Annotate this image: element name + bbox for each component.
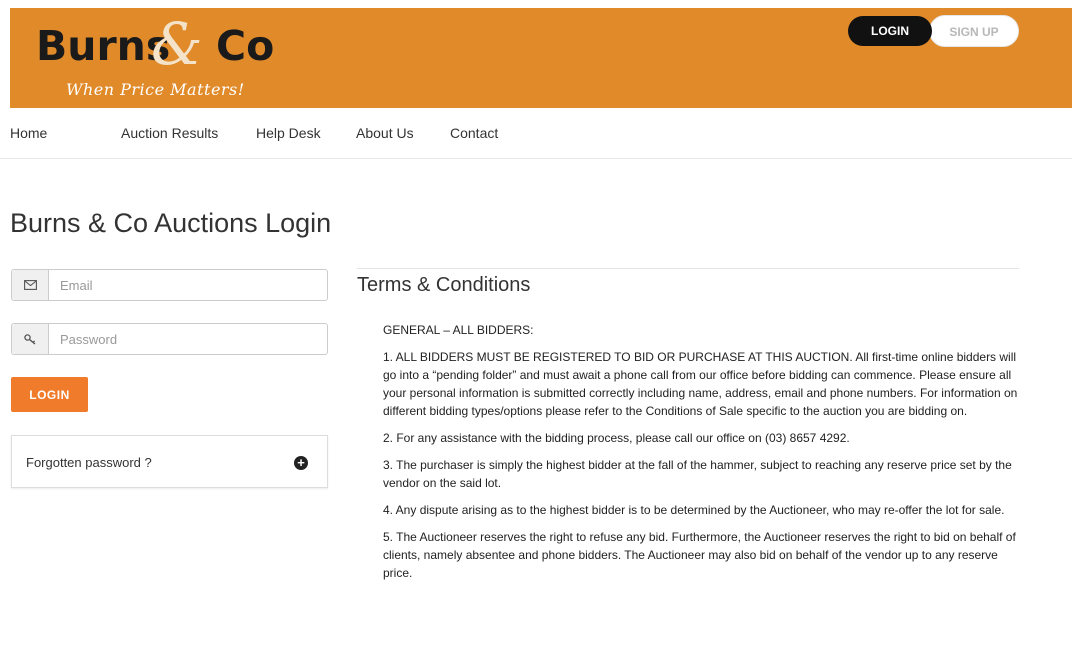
terms-divider	[357, 268, 1019, 269]
main-nav: Home Auction Results Help Desk About Us …	[0, 108, 1072, 159]
key-icon	[12, 324, 49, 354]
terms-body: GENERAL – ALL BIDDERS: 1. ALL BIDDERS MU…	[383, 321, 1019, 591]
logo-ampersand: &	[151, 10, 203, 78]
logo-tagline: When Price Matters!	[66, 80, 245, 99]
logo-text-co: Co	[216, 22, 275, 70]
nav-item-home[interactable]: Home	[10, 125, 47, 141]
login-submit-button[interactable]: LOGIN	[11, 377, 88, 412]
email-input[interactable]	[50, 270, 327, 300]
envelope-icon	[12, 270, 49, 300]
password-field	[11, 323, 328, 355]
page-title: Burns & Co Auctions Login	[10, 208, 332, 238]
terms-paragraph: 4. Any dispute arising as to the highest…	[383, 503, 1005, 517]
forgot-password-panel[interactable]: Forgotten password ? +	[11, 435, 328, 488]
nav-item-help-desk[interactable]: Help Desk	[256, 125, 321, 141]
nav-item-about-us[interactable]: About Us	[356, 125, 414, 141]
terms-paragraph: 2. For any assistance with the bidding p…	[383, 431, 850, 445]
terms-title: Terms & Conditions	[357, 274, 531, 296]
terms-paragraph: 3. The purchaser is simply the highest b…	[383, 458, 1012, 490]
email-field	[11, 269, 328, 301]
site-header: Burns & Co When Price Matters! SIGN UP L…	[10, 8, 1072, 108]
terms-paragraph: 5. The Auctioneer reserves the right to …	[383, 530, 1016, 580]
plus-circle-icon[interactable]: +	[294, 456, 308, 470]
terms-paragraph: GENERAL – ALL BIDDERS:	[383, 323, 534, 337]
password-input[interactable]	[50, 324, 327, 354]
header-login-button[interactable]: LOGIN	[848, 16, 932, 46]
nav-item-contact[interactable]: Contact	[450, 125, 498, 141]
forgot-password-label: Forgotten password ?	[26, 455, 152, 470]
site-logo[interactable]: Burns & Co When Price Matters!	[36, 10, 296, 102]
terms-paragraph: 1. ALL BIDDERS MUST BE REGISTERED TO BID…	[383, 350, 1018, 418]
nav-item-auction-results[interactable]: Auction Results	[121, 125, 218, 141]
signup-button[interactable]: SIGN UP	[929, 15, 1019, 47]
